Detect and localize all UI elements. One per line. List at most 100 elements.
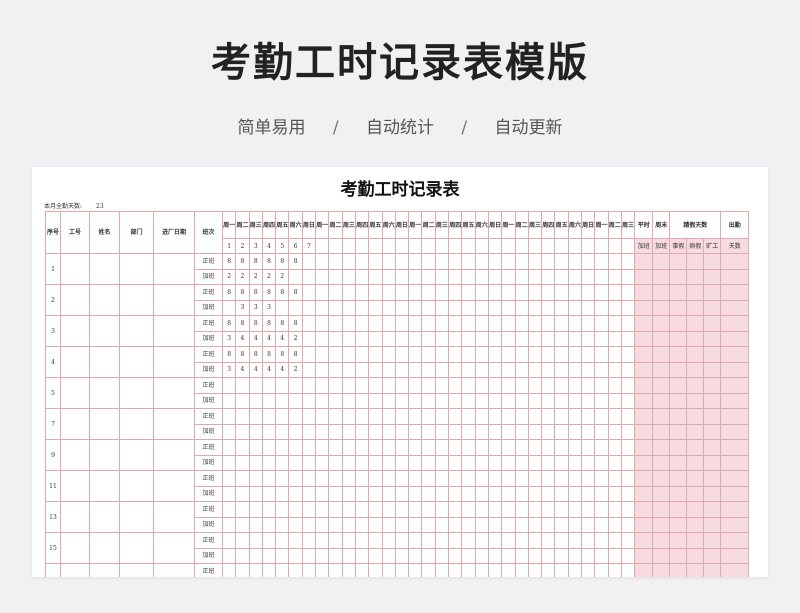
cell-hours[interactable] (514, 547, 529, 564)
cell-hours[interactable] (501, 423, 516, 440)
cell-hours[interactable] (541, 377, 556, 394)
cell-join-date[interactable] (153, 501, 195, 533)
cell-hours[interactable]: 4 (235, 330, 250, 347)
cell-hours[interactable] (315, 330, 330, 347)
cell-hours[interactable] (288, 268, 303, 285)
cell-hours[interactable] (288, 547, 303, 564)
cell-hours[interactable] (421, 346, 436, 363)
cell-hours[interactable] (354, 547, 370, 564)
cell-hours[interactable] (554, 330, 569, 347)
cell-hours[interactable] (607, 532, 622, 549)
cell-hours[interactable] (408, 516, 423, 533)
cell-hours[interactable] (368, 346, 383, 363)
cell-hours[interactable] (501, 516, 516, 533)
cell-hours[interactable] (421, 284, 436, 301)
cell-hours[interactable] (501, 268, 516, 285)
cell-hours[interactable] (434, 346, 450, 363)
cell-hours[interactable]: 4 (275, 361, 290, 378)
cell-hours[interactable] (315, 563, 330, 577)
cell-hours[interactable] (620, 377, 636, 394)
cell-hours[interactable] (275, 377, 290, 394)
cell-hours[interactable]: 8 (275, 315, 290, 332)
cell-hours[interactable] (594, 346, 609, 363)
cell-name[interactable] (89, 470, 120, 502)
cell-hours[interactable] (341, 253, 356, 270)
cell-hours[interactable] (607, 346, 622, 363)
cell-hours[interactable] (554, 299, 569, 316)
cell-hours[interactable] (261, 547, 277, 564)
cell-hours[interactable] (248, 485, 263, 502)
cell-hours[interactable] (408, 470, 423, 487)
cell-hours[interactable] (288, 439, 303, 456)
cell-hours[interactable] (620, 361, 636, 378)
cell-hours[interactable] (474, 315, 489, 332)
cell-emp-no[interactable] (60, 532, 90, 564)
cell-hours[interactable] (394, 392, 410, 409)
cell-hours[interactable] (315, 253, 330, 270)
cell-hours[interactable] (408, 346, 423, 363)
cell-hours[interactable] (381, 408, 396, 425)
cell-hours[interactable] (341, 299, 356, 316)
cell-hours[interactable] (527, 392, 543, 409)
cell-hours[interactable] (301, 470, 317, 487)
cell-hours[interactable] (301, 284, 317, 301)
cell-hours[interactable] (381, 330, 396, 347)
cell-hours[interactable] (381, 516, 396, 533)
cell-hours[interactable] (315, 408, 330, 425)
cell-hours[interactable] (541, 563, 556, 577)
cell-hours[interactable]: 8 (261, 346, 277, 363)
cell-hours[interactable] (368, 423, 383, 440)
cell-hours[interactable]: 8 (288, 346, 303, 363)
cell-dept[interactable] (119, 253, 154, 285)
cell-hours[interactable] (354, 253, 370, 270)
cell-hours[interactable] (581, 485, 596, 502)
cell-hours[interactable] (541, 268, 556, 285)
cell-hours[interactable] (487, 299, 503, 316)
cell-hours[interactable] (315, 377, 330, 394)
cell-hours[interactable] (567, 284, 583, 301)
cell-hours[interactable]: 8 (221, 315, 237, 332)
cell-hours[interactable] (408, 423, 423, 440)
cell-hours[interactable] (461, 253, 476, 270)
cell-hours[interactable] (541, 532, 556, 549)
cell-hours[interactable] (501, 253, 516, 270)
cell-hours[interactable]: 2 (221, 268, 237, 285)
cell-hours[interactable] (620, 485, 636, 502)
cell-hours[interactable]: 2 (288, 330, 303, 347)
cell-hours[interactable] (554, 377, 569, 394)
cell-hours[interactable] (341, 516, 356, 533)
cell-hours[interactable] (474, 299, 489, 316)
cell-hours[interactable] (235, 516, 250, 533)
cell-hours[interactable] (527, 423, 543, 440)
cell-hours[interactable] (315, 361, 330, 378)
cell-hours[interactable] (594, 315, 609, 332)
cell-hours[interactable] (288, 377, 303, 394)
cell-hours[interactable] (461, 392, 476, 409)
cell-hours[interactable] (221, 501, 237, 518)
cell-hours[interactable] (368, 253, 383, 270)
cell-hours[interactable] (368, 485, 383, 502)
cell-hours[interactable] (581, 532, 596, 549)
cell-hours[interactable] (474, 547, 489, 564)
cell-hours[interactable] (461, 454, 476, 471)
cell-hours[interactable] (501, 532, 516, 549)
cell-hours[interactable] (501, 470, 516, 487)
cell-hours[interactable] (421, 532, 436, 549)
cell-hours[interactable] (301, 408, 317, 425)
cell-hours[interactable] (448, 253, 463, 270)
cell-hours[interactable] (541, 408, 556, 425)
cell-hours[interactable] (354, 346, 370, 363)
cell-hours[interactable]: 3 (248, 299, 263, 316)
cell-hours[interactable] (514, 346, 529, 363)
cell-hours[interactable] (620, 253, 636, 270)
cell-hours[interactable] (514, 284, 529, 301)
cell-join-date[interactable] (153, 563, 195, 577)
cell-hours[interactable] (354, 299, 370, 316)
cell-hours[interactable] (421, 423, 436, 440)
cell-hours[interactable]: 3 (261, 299, 277, 316)
cell-hours[interactable] (620, 516, 636, 533)
cell-hours[interactable]: 2 (275, 268, 290, 285)
cell-hours[interactable] (514, 253, 529, 270)
cell-hours[interactable]: 3 (221, 330, 237, 347)
cell-hours[interactable] (541, 299, 556, 316)
